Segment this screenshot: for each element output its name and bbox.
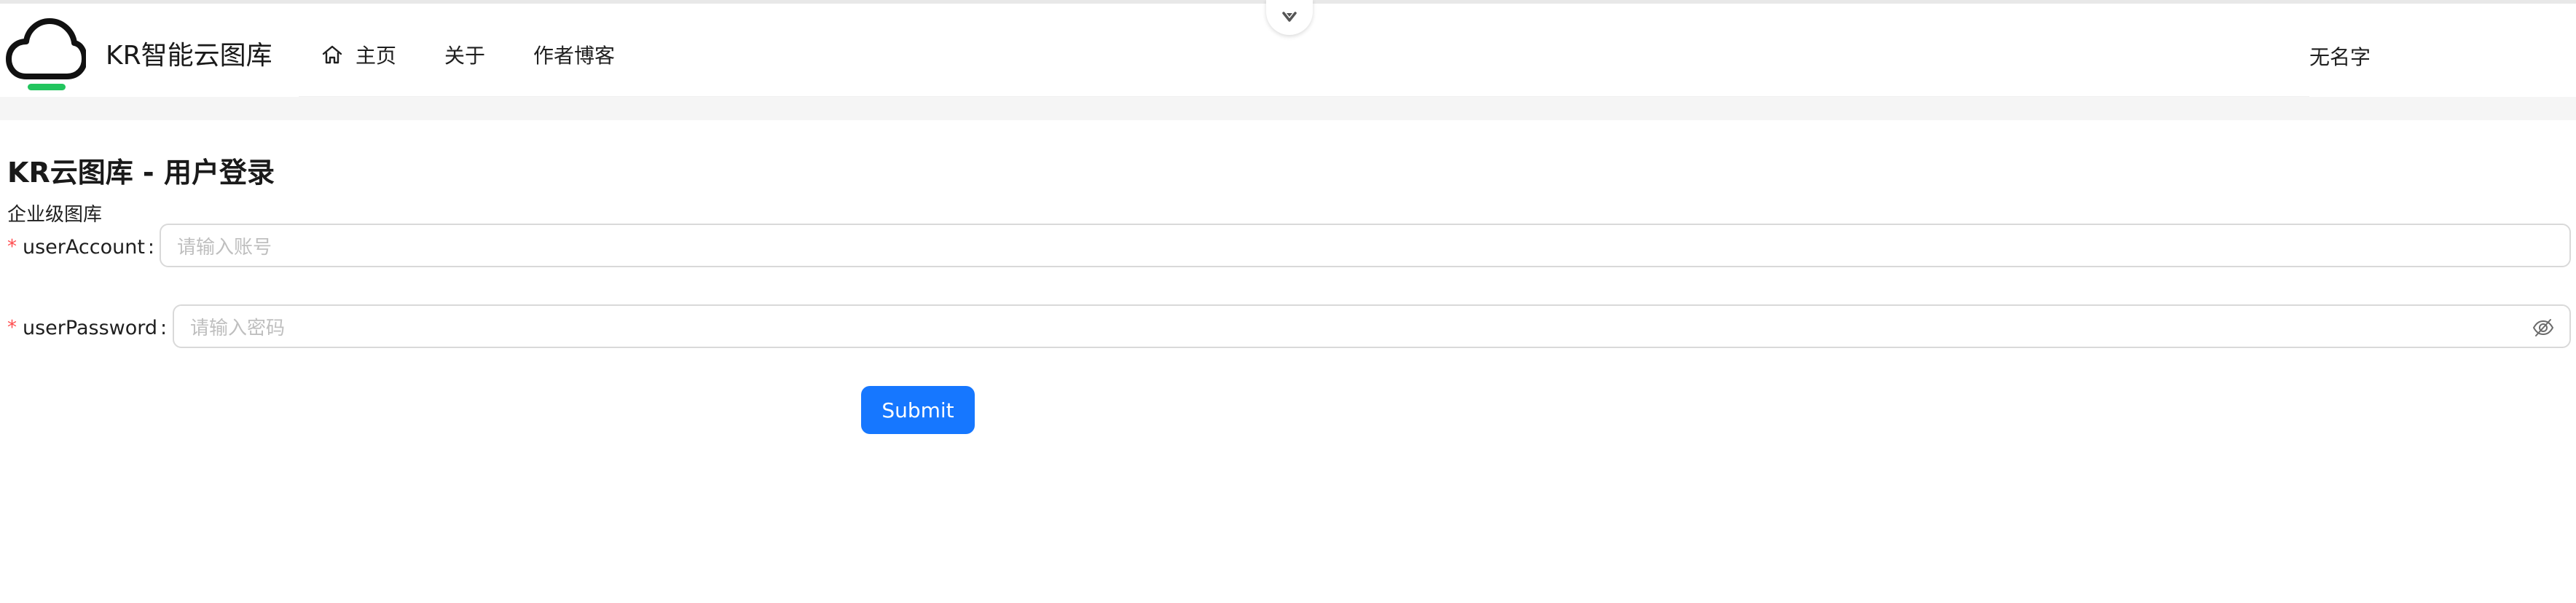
eye-invisible-icon[interactable] bbox=[2532, 316, 2555, 339]
account-label-text: userAccount bbox=[23, 235, 145, 259]
nav-label-author-blog: 作者博客 bbox=[533, 44, 616, 68]
password-label: * userPassword : bbox=[7, 317, 167, 339]
page-title: KR云图库 - 用户登录 bbox=[7, 157, 275, 189]
main-nav: 主页 关于 作者博客 bbox=[321, 37, 663, 72]
password-form-row: * userPassword : bbox=[7, 304, 167, 351]
submit-button[interactable]: Submit bbox=[861, 386, 975, 434]
password-label-colon: : bbox=[160, 316, 168, 339]
account-label: * userAccount : bbox=[7, 236, 154, 259]
user-account-placeholder: 请输入账号 bbox=[177, 236, 272, 259]
user-password-placeholder: 请输入密码 bbox=[190, 317, 286, 339]
account-form-row: * userAccount : bbox=[7, 224, 154, 270]
nav-item-home[interactable]: 主页 bbox=[321, 40, 396, 69]
home-icon bbox=[322, 45, 342, 64]
content-top-band bbox=[0, 97, 2576, 120]
page-root: KR智能云图库 主页 关于 作者博客 无名字 KR云图库 - 用户登录 企业级图… bbox=[0, 0, 2576, 603]
user-account-input[interactable]: 请输入账号 bbox=[160, 224, 2571, 267]
nav-item-about[interactable]: 关于 bbox=[444, 40, 485, 69]
account-label-colon: : bbox=[147, 235, 155, 259]
page-subtitle: 企业级图库 bbox=[7, 204, 103, 226]
nav-label-home: 主页 bbox=[356, 44, 397, 68]
cloud-logo-icon[interactable] bbox=[6, 14, 86, 91]
nav-label-about: 关于 bbox=[444, 44, 486, 68]
brand-title[interactable]: KR智能云图库 bbox=[106, 34, 272, 72]
user-password-input[interactable]: 请输入密码 bbox=[173, 304, 2571, 348]
nav-item-author-blog[interactable]: 作者博客 bbox=[533, 40, 615, 69]
user-name[interactable]: 无名字 bbox=[2309, 42, 2371, 71]
required-mark: * bbox=[7, 317, 17, 339]
password-label-text: userPassword bbox=[23, 316, 158, 339]
required-mark: * bbox=[7, 236, 17, 258]
chevron-down-icon bbox=[1282, 12, 1297, 22]
